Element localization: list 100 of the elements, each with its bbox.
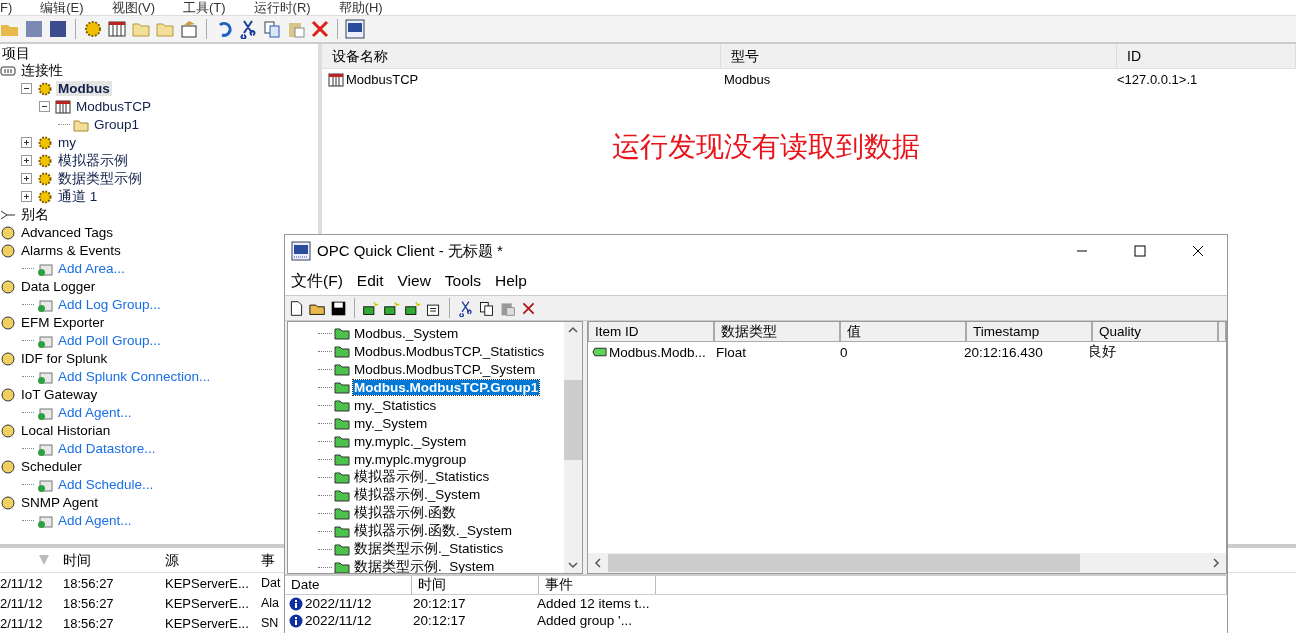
tree-item[interactable]: my._System [353,415,429,431]
column-header[interactable]: 数据类型 [714,322,840,342]
expand-icon[interactable] [20,155,32,167]
tree-item[interactable]: Modbus.ModbusTCP._System [353,361,537,377]
scrollbar[interactable] [588,553,1226,573]
tree-item[interactable]: SNMP Agent [19,495,101,511]
delete-icon[interactable] [310,18,330,39]
menu-item[interactable]: 视图(V) [111,0,155,15]
tree-item[interactable]: Modbus [56,81,112,97]
menu-item[interactable]: Help [495,272,527,290]
folder-icon [334,397,350,413]
tree-item[interactable]: my [56,135,78,151]
menu-item[interactable]: 工具(T) [182,0,226,15]
menu-item[interactable]: 帮助(H) [338,0,383,15]
tree-item[interactable]: 模拟器示例.函数._System [353,522,514,540]
save-icon[interactable] [330,299,347,317]
column-header[interactable]: Date [285,576,412,594]
add-link[interactable]: Add Poll Group... [56,333,163,349]
collapse-icon[interactable] [38,101,50,113]
table-cell: 2022/11/12 [305,596,372,611]
tree-item[interactable]: Modbus.ModbusTCP.Group1 [353,379,540,395]
cut-icon[interactable] [457,299,474,317]
menu-item[interactable]: 运行时(R) [253,0,311,15]
tree-item[interactable]: Modbus.ModbusTCP._Statistics [353,343,546,359]
tree-item[interactable]: Group1 [92,117,142,133]
tree-item[interactable]: IoT Gateway [19,387,100,403]
folder-icon [334,361,350,377]
tree-item[interactable]: my.myplc._System [353,433,468,449]
tree-item[interactable]: my._Statistics [353,397,438,413]
column-header[interactable]: Quality [1092,322,1218,342]
column-header[interactable]: ID [1117,43,1296,68]
menu-item[interactable]: 编辑(E) [40,0,84,15]
add-link[interactable]: Add Area... [56,261,127,277]
scrollbar[interactable] [564,322,582,573]
tree-item[interactable]: Scheduler [19,459,84,475]
expand-icon[interactable] [20,191,32,203]
menu-item[interactable]: 文件(F) [291,270,343,292]
table-cell: Modbus [724,72,771,88]
folder-icon [334,541,350,557]
tree-item[interactable]: 模拟器示例.函数 [353,504,457,522]
tree-item[interactable]: 数据类型示例 [56,169,144,188]
add-link[interactable]: Add Splunk Connection... [56,369,213,385]
close-icon [1192,245,1204,257]
device-icon[interactable] [107,18,127,39]
tree-item[interactable]: 别名 [19,205,51,224]
column-header[interactable]: 时间 [55,548,157,572]
column-header[interactable]: Timestamp [966,322,1092,342]
folder-icon [334,325,350,341]
column-header[interactable]: Item ID [588,322,714,342]
column-header[interactable]: 值 [840,322,966,342]
cut-icon[interactable] [238,18,258,39]
add-link[interactable]: Add Agent... [56,405,134,421]
tree-item[interactable]: Local Historian [19,423,113,439]
expand-icon[interactable] [20,137,32,149]
new-file-icon[interactable] [288,299,305,317]
add-link[interactable]: Add Agent... [56,513,134,529]
column-header[interactable]: 型号 [721,43,1117,68]
menu-item[interactable]: Edit [356,272,384,290]
info-icon [289,613,303,628]
folder-icon [334,343,350,359]
expand-icon[interactable] [20,173,32,185]
plugin-icon [0,494,16,511]
menu-item[interactable]: F) [0,0,13,15]
table-cell: 0 [840,344,848,360]
tree-item[interactable]: ModbusTCP [74,99,154,115]
column-header[interactable]: 时间 [412,576,539,594]
copy-icon[interactable] [478,299,495,317]
tree-item[interactable]: 数据类型示例._System [353,558,496,573]
tree-item[interactable]: EFM Exporter [19,315,107,331]
tree-item[interactable]: Alarms & Events [19,243,123,259]
tree-item[interactable]: Advanced Tags [19,225,116,241]
quick-client-icon[interactable] [345,18,365,39]
plugin-icon [0,350,16,367]
table-cell-text: KEPServerE... [164,615,250,631]
tree-item[interactable]: IDF for Splunk [19,351,110,367]
tree-item[interactable]: Data Logger [19,279,98,295]
menu-item[interactable]: View [397,272,431,290]
tree-item[interactable]: 模拟器示例._Statistics [353,468,491,486]
table-cell-text: Ala [261,596,281,610]
column-header[interactable]: 设备名称 [322,43,721,68]
add-link[interactable]: Add Schedule... [56,477,156,493]
column-header[interactable]: 源 [157,548,261,572]
table-cell: 2022/11/12 [305,613,372,628]
add-link[interactable]: Add Log Group... [56,297,163,313]
tree-item[interactable]: 数据类型示例._Statistics [353,540,505,558]
tree-item[interactable]: 连接性 [19,61,65,80]
tree-item[interactable]: my.myplc.mygroup [353,451,468,467]
menu-item[interactable]: Tools [444,272,482,290]
tree-item[interactable]: Modbus._System [353,325,460,341]
column-header[interactable]: 事 [261,548,276,572]
tree-item[interactable]: 模拟器示例._System [353,486,482,504]
tree-item[interactable]: 模拟器示例 [56,151,130,170]
folder-icon [334,379,350,395]
tree-item[interactable]: 通道 1 [56,187,100,206]
collapse-icon[interactable] [20,83,32,95]
plugin-icon [0,224,16,241]
table-cell: Added group '... [537,613,632,628]
save-as-icon[interactable] [48,18,68,39]
column-header[interactable]: 事件 [539,576,656,594]
add-link[interactable]: Add Datastore... [56,441,158,457]
